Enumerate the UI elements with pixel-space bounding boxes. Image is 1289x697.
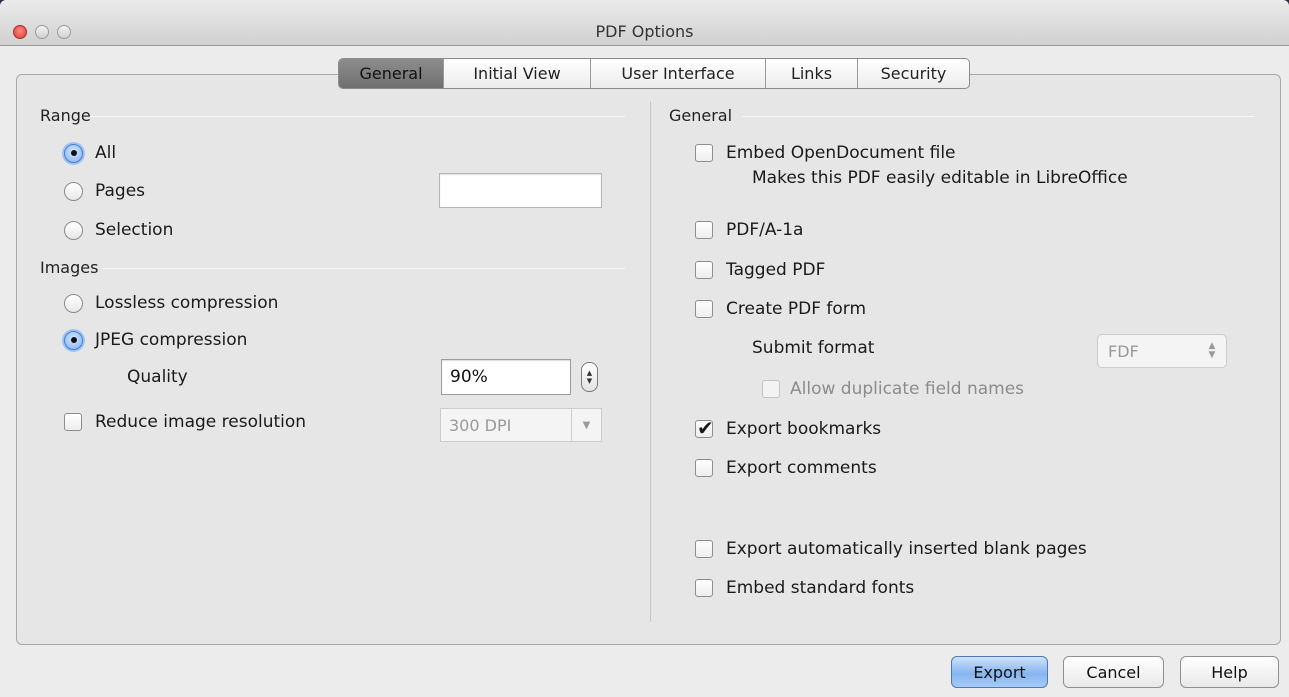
create-pdf-form-checkbox[interactable]: [695, 300, 713, 318]
export-comments-option[interactable]: Export comments: [695, 458, 877, 478]
tab-content-panel: [16, 74, 1281, 645]
reduce-resolution-label: Reduce image resolution: [95, 412, 307, 432]
chevron-down-icon: ▼: [571, 409, 601, 441]
quality-stepper[interactable]: ▲ ▼: [581, 362, 598, 392]
tagged-pdf-label: Tagged PDF: [726, 260, 826, 280]
stepper-down-icon[interactable]: ▼: [587, 377, 592, 385]
lossless-compression-radio[interactable]: [64, 293, 83, 313]
tagged-pdf-option[interactable]: Tagged PDF: [695, 260, 825, 280]
embed-fonts-label: Embed standard fonts: [726, 578, 915, 598]
resolution-value: 300 DPI: [449, 415, 512, 435]
lossless-compression-label: Lossless compression: [95, 293, 279, 313]
resolution-dropdown[interactable]: 300 DPI ▼: [440, 408, 602, 442]
quality-label: Quality: [127, 367, 188, 387]
submit-format-dropdown[interactable]: FDF ▲ ▼: [1097, 334, 1227, 368]
general-section-title: General: [669, 106, 733, 125]
pdfa-option[interactable]: PDF/A-1a: [695, 220, 803, 240]
export-bookmarks-label: Export bookmarks: [726, 419, 882, 439]
range-section-title: Range: [40, 106, 91, 125]
range-pages-option[interactable]: Pages: [64, 181, 145, 201]
jpeg-compression-label: JPEG compression: [95, 330, 248, 350]
embed-opendocument-description: Makes this PDF easily editable in LibreO…: [752, 168, 1128, 188]
range-all-option[interactable]: All: [64, 143, 116, 163]
help-button[interactable]: Help: [1180, 656, 1279, 688]
reduce-resolution-option[interactable]: Reduce image resolution: [64, 412, 306, 432]
tab-links[interactable]: Links: [765, 59, 857, 88]
embed-fonts-checkbox[interactable]: [695, 579, 713, 597]
column-separator: [650, 102, 651, 622]
tab-general[interactable]: General: [339, 59, 443, 88]
embed-opendocument-label: Embed OpenDocument file: [726, 143, 956, 163]
export-bookmarks-option[interactable]: Export bookmarks: [695, 416, 882, 440]
reduce-resolution-checkbox[interactable]: [64, 413, 82, 431]
range-pages-label: Pages: [95, 181, 146, 201]
range-selection-option[interactable]: Selection: [64, 220, 173, 240]
range-selection-radio[interactable]: [64, 220, 83, 240]
export-button[interactable]: Export: [951, 656, 1048, 688]
embed-opendocument-option[interactable]: Embed OpenDocument file: [695, 143, 956, 163]
export-bookmarks-checkbox[interactable]: [695, 416, 714, 440]
range-selection-label: Selection: [95, 220, 174, 240]
create-pdf-form-label: Create PDF form: [726, 299, 867, 319]
embed-fonts-option[interactable]: Embed standard fonts: [695, 578, 914, 598]
range-divider: [90, 116, 625, 117]
images-section-title: Images: [40, 258, 99, 277]
create-pdf-form-option[interactable]: Create PDF form: [695, 299, 866, 319]
range-all-label: All: [95, 143, 117, 163]
allow-duplicate-names-option[interactable]: Allow duplicate field names: [762, 379, 1024, 399]
embed-opendocument-checkbox[interactable]: [695, 144, 713, 162]
lossless-compression-option[interactable]: Lossless compression: [64, 293, 278, 313]
quality-input[interactable]: [441, 359, 571, 395]
tab-user-interface[interactable]: User Interface: [590, 59, 765, 88]
export-blank-pages-option[interactable]: Export automatically inserted blank page…: [695, 539, 1087, 559]
cancel-button[interactable]: Cancel: [1063, 656, 1164, 688]
range-all-radio[interactable]: [64, 143, 83, 163]
range-pages-radio[interactable]: [64, 181, 83, 201]
general-divider: [742, 116, 1254, 117]
jpeg-compression-radio[interactable]: [64, 330, 83, 350]
export-blank-pages-label: Export automatically inserted blank page…: [726, 539, 1087, 559]
allow-duplicate-names-label: Allow duplicate field names: [790, 379, 1025, 399]
tab-initial-view[interactable]: Initial View: [443, 59, 590, 88]
images-divider: [102, 268, 625, 269]
export-blank-pages-checkbox[interactable]: [695, 540, 713, 558]
pages-input[interactable]: [439, 173, 602, 208]
updown-arrows-icon: ▲ ▼: [1208, 341, 1216, 360]
pdfa-label: PDF/A-1a: [726, 220, 804, 240]
tab-security[interactable]: Security: [857, 59, 969, 88]
export-comments-checkbox[interactable]: [695, 459, 713, 477]
pdf-options-dialog: PDF Options General Initial View User In…: [0, 0, 1289, 697]
jpeg-compression-option[interactable]: JPEG compression: [64, 330, 247, 350]
allow-duplicate-names-checkbox[interactable]: [762, 380, 780, 398]
submit-format-label: Submit format: [752, 338, 875, 358]
pdfa-checkbox[interactable]: [695, 221, 713, 239]
stepper-up-icon[interactable]: ▲: [587, 369, 592, 377]
tagged-pdf-checkbox[interactable]: [695, 261, 713, 279]
title-bar: PDF Options: [0, 0, 1289, 46]
window-title: PDF Options: [595, 22, 694, 41]
submit-format-value: FDF: [1108, 341, 1139, 361]
tab-bar: General Initial View User Interface Link…: [338, 58, 970, 89]
export-comments-label: Export comments: [726, 458, 877, 478]
